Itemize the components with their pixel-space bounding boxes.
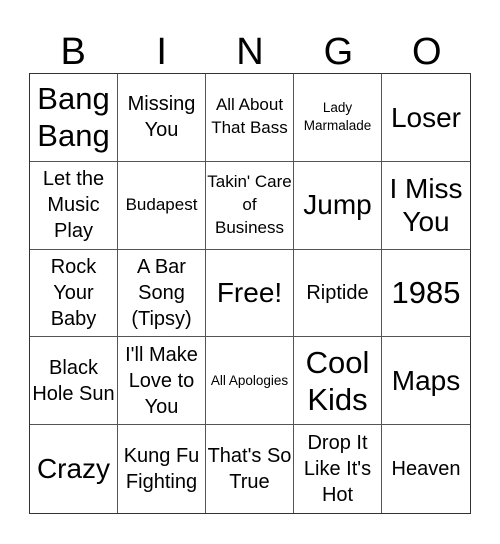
bingo-cell-b5[interactable]: Crazy bbox=[30, 425, 118, 513]
bingo-cell-b2[interactable]: Let the Music Play bbox=[30, 161, 118, 250]
bingo-cell-text: Cool Kids bbox=[305, 344, 370, 417]
bingo-board: Bang Bang Missing You All About That Bass L… bbox=[29, 73, 471, 514]
bingo-cell-text: Heaven bbox=[391, 458, 461, 481]
bingo-cell-text: I Miss You bbox=[389, 172, 463, 238]
bingo-cell-text: Budapest bbox=[125, 194, 198, 214]
header-letter-o: O bbox=[412, 30, 442, 73]
bingo-cell-i5[interactable]: Kung Fu Fighting bbox=[118, 425, 206, 513]
bingo-cell-text: Crazy bbox=[36, 453, 111, 485]
bingo-cell-n2[interactable]: Takin' Care of Business bbox=[206, 161, 294, 250]
bingo-cell-n4[interactable]: All Apologies bbox=[206, 337, 294, 426]
bingo-cell-b4[interactable]: Black Hole Sun bbox=[30, 337, 118, 426]
bingo-cell-text: A Bar Song (Tipsy) bbox=[131, 255, 192, 330]
bingo-cell-text: All Apologies bbox=[210, 372, 289, 388]
bingo-cell-text: Lady Marmalade bbox=[303, 100, 372, 134]
bingo-cell-b1[interactable]: Bang Bang bbox=[30, 74, 118, 162]
bingo-cell-text: Black Hole Sun bbox=[32, 356, 115, 405]
bingo-cell-text: Rock Your Baby bbox=[50, 255, 97, 330]
bingo-cell-text: I'll Make Love to You bbox=[125, 343, 198, 418]
bingo-cell-text: Takin' Care of Business bbox=[207, 171, 292, 237]
bingo-cell-text: That's So True bbox=[207, 445, 292, 494]
bingo-cell-o2[interactable]: I Miss You bbox=[382, 162, 470, 250]
bingo-cell-o5[interactable]: Heaven bbox=[382, 425, 470, 513]
bingo-cell-text: Drop It Like It's Hot bbox=[303, 432, 372, 507]
bingo-cell-text: 1985 bbox=[391, 275, 461, 311]
bingo-cell-g4[interactable]: Cool Kids bbox=[294, 337, 382, 426]
bingo-cell-g2[interactable]: Jump bbox=[294, 161, 382, 250]
bingo-cell-text: Missing You bbox=[127, 93, 196, 142]
bingo-cell-g5[interactable]: Drop It Like It's Hot bbox=[294, 425, 382, 513]
bingo-cell-text: All About That Bass bbox=[211, 95, 288, 138]
bingo-cell-i1[interactable]: Missing You bbox=[118, 74, 206, 162]
bingo-cell-o3[interactable]: 1985 bbox=[382, 250, 470, 338]
bingo-cell-i3[interactable]: A Bar Song (Tipsy) bbox=[118, 249, 206, 338]
header-letter-g: G bbox=[323, 30, 354, 73]
header-letter-n: N bbox=[236, 30, 264, 73]
bingo-cell-text: Kung Fu Fighting bbox=[123, 445, 200, 494]
bingo-cell-text: Maps bbox=[391, 364, 461, 396]
bingo-cell-n1[interactable]: All About That Bass bbox=[206, 74, 294, 162]
bingo-cell-n5[interactable]: That's So True bbox=[206, 425, 294, 513]
bingo-cell-o4[interactable]: Maps bbox=[382, 337, 470, 426]
bingo-cell-b3[interactable]: Rock Your Baby bbox=[30, 249, 118, 338]
header-letter-b: B bbox=[60, 30, 86, 73]
header-letter-i: I bbox=[156, 30, 167, 73]
bingo-cell-text: Riptide bbox=[306, 281, 369, 304]
bingo-cell-text: Bang Bang bbox=[37, 81, 110, 154]
bingo-cell-i4[interactable]: I'll Make Love to You bbox=[118, 337, 206, 426]
bingo-cell-o1[interactable]: Loser bbox=[382, 74, 470, 162]
bingo-header: B I N G O bbox=[29, 26, 471, 73]
bingo-cell-n3[interactable]: Free! bbox=[206, 249, 294, 338]
bingo-cell-g3[interactable]: Riptide bbox=[294, 249, 382, 338]
bingo-cell-text: Let the Music Play bbox=[42, 168, 105, 243]
bingo-cell-text: Jump bbox=[303, 189, 372, 221]
bingo-cell-g1[interactable]: Lady Marmalade bbox=[294, 74, 382, 162]
bingo-cell-text: Loser bbox=[390, 101, 462, 133]
bingo-cell-i2[interactable]: Budapest bbox=[118, 161, 206, 250]
bingo-cell-text: Free! bbox=[216, 277, 283, 309]
